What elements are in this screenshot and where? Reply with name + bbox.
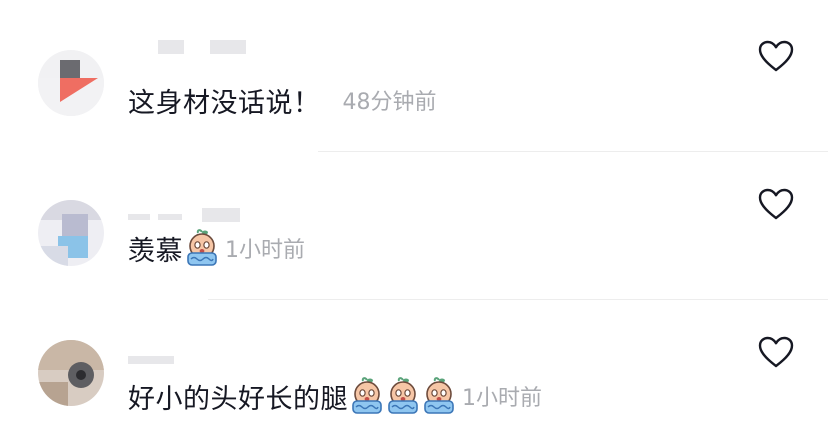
comment-text: 这身材没话说！	[128, 87, 321, 119]
crying-baby-emoji-icon	[185, 229, 219, 267]
heart-icon[interactable]	[758, 40, 794, 72]
heart-icon[interactable]	[758, 336, 794, 368]
comment-item[interactable]: 羡慕 1小时前	[0, 148, 828, 296]
comment-text: 羡慕	[128, 235, 183, 267]
comment-item[interactable]: 这身材没话说！ 48分钟前	[0, 0, 828, 148]
heart-icon[interactable]	[758, 188, 794, 220]
comment-time: 1小时前	[225, 238, 305, 263]
avatar[interactable]	[38, 50, 104, 116]
avatar[interactable]	[38, 200, 104, 266]
crying-baby-emoji-icon	[386, 377, 420, 415]
comment-item[interactable]: 好小的头好长的腿 1小时前	[0, 296, 828, 444]
avatar[interactable]	[38, 340, 104, 406]
emoji-group	[183, 229, 219, 267]
crying-baby-emoji-icon	[422, 377, 456, 415]
crying-baby-emoji-icon	[350, 377, 384, 415]
comment-text: 好小的头好长的腿	[128, 383, 348, 415]
comment-time: 1小时前	[462, 386, 542, 411]
emoji-group	[348, 377, 456, 415]
comment-time: 48分钟前	[342, 90, 437, 115]
